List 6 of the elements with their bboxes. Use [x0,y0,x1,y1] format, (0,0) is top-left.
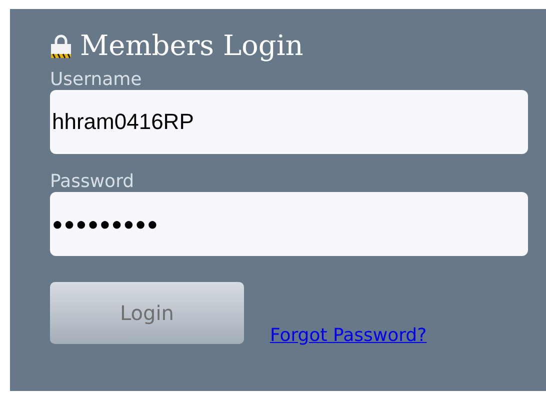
input-field[interactable]: ●●●●●●●●● [50,192,528,256]
padlock-icon [50,32,72,58]
field-label: Username [50,70,142,90]
field-label: Password [50,172,134,192]
input-field[interactable]: hhram0416RP [50,90,528,154]
panel-title: Members Login [80,29,304,62]
